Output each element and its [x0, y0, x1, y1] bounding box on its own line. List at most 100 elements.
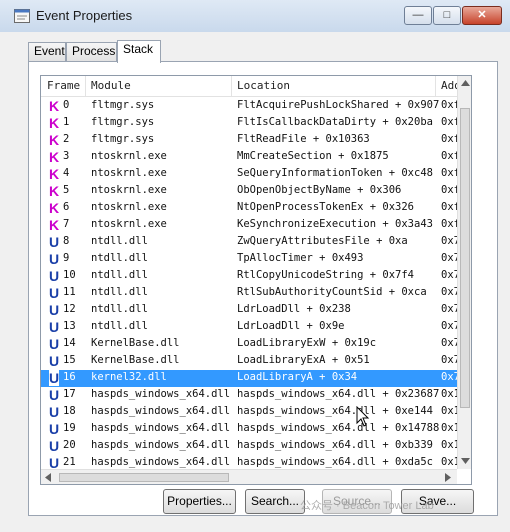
location-cell: NtOpenProcessTokenEx + 0x326 — [237, 201, 415, 213]
user-frame-icon: U — [49, 251, 60, 267]
user-frame-icon: U — [49, 302, 60, 318]
table-row[interactable]: U 8 ntdll.dll ZwQueryAttributesFile + 0xa 0x… — [41, 234, 460, 251]
user-frame-icon: U — [49, 404, 60, 420]
scroll-left-arrow-icon[interactable] — [45, 473, 51, 482]
location-cell: LoadLibraryExA + 0x51 — [237, 354, 370, 366]
kernel-frame-icon: K — [49, 200, 60, 216]
location-cell: RtlCopyUnicodeString + 0x7f4 — [237, 269, 415, 281]
location-cell: KeSynchronizeExecution + 0x3a43 — [237, 218, 433, 230]
table-row[interactable]: U 16 kernel32.dll LoadLibraryA + 0x34 0x7 — [41, 370, 460, 387]
table-row[interactable]: K 7 ntoskrnl.exe KeSynchronizeExecution + 0… — [41, 217, 460, 234]
column-divider[interactable] — [231, 76, 232, 96]
table-row[interactable]: K 0 fltmgr.sys FltAcquirePushLockShared + 0… — [41, 98, 460, 115]
table-row[interactable]: U 18 haspds_windows_x64.dll haspds_windows_… — [41, 404, 460, 421]
horizontal-scroll-thumb[interactable] — [59, 473, 229, 482]
close-button[interactable]: ✕ — [462, 6, 502, 25]
location-cell: LoadLibraryExW + 0x19c — [237, 337, 377, 349]
scroll-right-arrow-icon[interactable] — [445, 473, 451, 482]
frame-cell: 21 — [63, 456, 76, 468]
frame-cell: 1 — [63, 116, 70, 128]
location-cell: LdrLoadDll + 0x238 — [237, 303, 351, 315]
user-frame-icon: U — [49, 370, 60, 386]
location-cell: haspds_windows_x64.dll + 0x14788 — [237, 422, 440, 434]
maximize-button[interactable]: □ — [433, 6, 461, 25]
kernel-frame-icon: K — [49, 132, 60, 148]
column-header-frame[interactable]: Frame — [47, 79, 80, 92]
column-divider[interactable] — [435, 76, 436, 96]
tab-process[interactable]: Process — [66, 42, 117, 61]
kernel-frame-icon: K — [49, 98, 60, 114]
stack-list[interactable]: Frame Module Location Add K 0 fltmgr.sys Fl… — [40, 75, 472, 485]
user-frame-icon: U — [49, 268, 60, 284]
frame-cell: 18 — [63, 405, 76, 417]
table-row[interactable]: K 3 ntoskrnl.exe MmCreateSection + 0x1875 0x… — [41, 149, 460, 166]
column-header-location[interactable]: Location — [237, 79, 290, 92]
table-row[interactable]: U 13 ntdll.dll LdrLoadDll + 0x9e 0x7 — [41, 319, 460, 336]
module-cell: fltmgr.sys — [91, 99, 155, 111]
tab-event[interactable]: Event — [28, 42, 66, 61]
kernel-frame-icon: K — [49, 149, 60, 165]
module-cell: haspds_windows_x64.dll — [91, 456, 231, 468]
module-cell: kernel32.dll — [91, 371, 167, 383]
kernel-frame-icon: K — [49, 183, 60, 199]
title-bar[interactable]: Event Properties — □ ✕ — [0, 0, 510, 32]
kernel-frame-icon: K — [49, 217, 60, 233]
module-cell: fltmgr.sys — [91, 116, 155, 128]
column-header-module[interactable]: Module — [91, 79, 131, 92]
table-row[interactable]: U 19 haspds_windows_x64.dll haspds_windows_… — [41, 421, 460, 438]
minimize-button[interactable]: — — [404, 6, 432, 25]
frame-cell: 12 — [63, 303, 76, 315]
location-cell: LdrLoadDll + 0x9e — [237, 320, 345, 332]
frame-cell: 2 — [63, 133, 70, 145]
horizontal-scrollbar[interactable] — [41, 469, 457, 484]
location-cell: haspds_windows_x64.dll + 0xe144 — [237, 405, 433, 417]
table-row[interactable]: U 14 KernelBase.dll LoadLibraryExW + 0x19c 0… — [41, 336, 460, 353]
module-cell: ntdll.dll — [91, 252, 148, 264]
module-cell: haspds_windows_x64.dll — [91, 422, 231, 434]
scroll-down-arrow-icon[interactable] — [461, 458, 470, 464]
user-frame-icon: U — [49, 234, 60, 250]
table-row[interactable]: K 2 fltmgr.sys FltReadFile + 0x10363 0xf — [41, 132, 460, 149]
frame-cell: 14 — [63, 337, 76, 349]
table-row[interactable]: K 4 ntoskrnl.exe SeQueryInformationToken + … — [41, 166, 460, 183]
location-cell: LoadLibraryA + 0x34 — [237, 371, 358, 383]
table-row[interactable]: U 20 haspds_windows_x64.dll haspds_windows_… — [41, 438, 460, 455]
table-row[interactable]: U 17 haspds_windows_x64.dll haspds_windows_… — [41, 387, 460, 404]
table-row[interactable]: K 1 fltmgr.sys FltIsCallbackDataDirty + 0x2… — [41, 115, 460, 132]
search-button[interactable]: Search... — [245, 489, 305, 514]
vertical-scroll-thumb[interactable] — [460, 108, 470, 408]
list-header: Frame Module Location Add — [41, 76, 461, 97]
table-row[interactable]: U 11 ntdll.dll RtlSubAuthorityCountSid + 0x… — [41, 285, 460, 302]
user-frame-icon: U — [49, 387, 60, 403]
table-row[interactable]: U 15 KernelBase.dll LoadLibraryExA + 0x51 0x… — [41, 353, 460, 370]
module-cell: ntoskrnl.exe — [91, 150, 167, 162]
location-cell: FltAcquirePushLockShared + 0x907 — [237, 99, 440, 111]
location-cell: MmCreateSection + 0x1875 — [237, 150, 389, 162]
table-row[interactable]: K 6 ntoskrnl.exe NtOpenProcessTokenEx + 0x3… — [41, 200, 460, 217]
module-cell: ntdll.dll — [91, 303, 148, 315]
table-row[interactable]: U 12 ntdll.dll LdrLoadDll + 0x238 0x7 — [41, 302, 460, 319]
module-cell: haspds_windows_x64.dll — [91, 439, 231, 451]
frame-cell: 10 — [63, 269, 76, 281]
properties-button[interactable]: Properties... — [163, 489, 236, 514]
mouse-cursor-icon — [356, 406, 370, 427]
module-cell: ntoskrnl.exe — [91, 184, 167, 196]
table-row[interactable]: K 5 ntoskrnl.exe ObOpenObjectByName + 0x306… — [41, 183, 460, 200]
event-properties-window: Event Properties — □ ✕ Event Process Sta… — [0, 0, 510, 532]
vertical-scrollbar[interactable] — [457, 76, 471, 469]
user-frame-icon: U — [49, 336, 60, 352]
user-frame-icon: U — [49, 421, 60, 437]
frame-cell: 13 — [63, 320, 76, 332]
user-frame-icon: U — [49, 319, 60, 335]
table-row[interactable]: U 10 ntdll.dll RtlCopyUnicodeString + 0x7f4… — [41, 268, 460, 285]
frame-cell: 5 — [63, 184, 70, 196]
location-cell: ObOpenObjectByName + 0x306 — [237, 184, 402, 196]
frame-cell: 0 — [63, 99, 70, 111]
watermark-text: 公众号 · Beacon Tower Lab — [300, 500, 434, 512]
table-row[interactable]: U 9 ntdll.dll TpAllocTimer + 0x493 0x7 — [41, 251, 460, 268]
location-cell: haspds_windows_x64.dll + 0x23687 — [237, 388, 440, 400]
tab-stack[interactable]: Stack — [117, 40, 161, 63]
column-divider[interactable] — [85, 76, 86, 96]
frame-cell: 3 — [63, 150, 70, 162]
scroll-up-arrow-icon[interactable] — [461, 80, 470, 86]
